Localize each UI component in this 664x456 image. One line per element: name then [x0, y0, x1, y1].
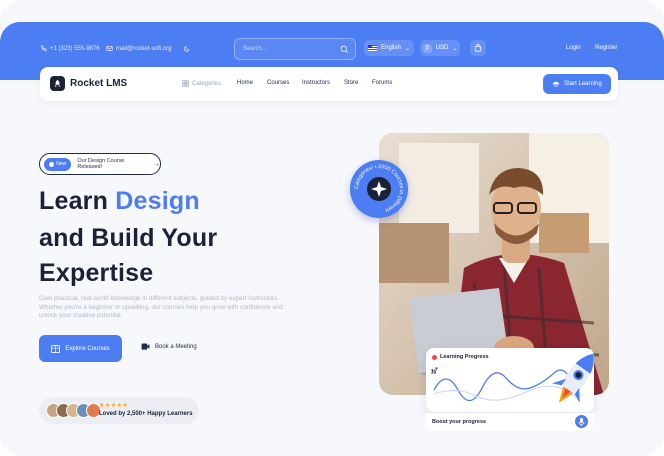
mail-icon [106, 46, 113, 51]
language-select[interactable]: English ⌄ [364, 40, 414, 56]
chevron-down-icon: ⌄ [452, 45, 458, 52]
mic-icon[interactable] [575, 415, 588, 428]
star-icon [49, 161, 55, 167]
login-label: Login [566, 45, 581, 51]
register-link[interactable]: Register [595, 45, 617, 51]
boost-label: Boost your progress [432, 419, 487, 425]
register-label: Register [595, 45, 618, 51]
currency-label: USD [435, 45, 449, 51]
loved-by-text: Loved by 2,500+ Happy Learners [99, 411, 193, 417]
social-proof-pill: ★★★★★ Loved by 2,500+ Happy Learners [39, 397, 199, 424]
book-meeting-button[interactable]: Book a Meeting [141, 343, 197, 350]
book-icon [51, 344, 61, 353]
cart-icon [474, 44, 482, 52]
hero-title-accent: Design [115, 187, 200, 215]
grid-icon [182, 80, 189, 87]
us-flag-icon [368, 45, 378, 51]
login-link[interactable]: Login [566, 45, 581, 51]
nav-home[interactable]: Home [237, 80, 253, 86]
announcement-text: Our Design Course Released! [77, 158, 125, 170]
nav-forums[interactable]: Forums [372, 80, 392, 86]
search-input[interactable]: Search... [234, 38, 356, 60]
courses-circle-badge: Categories! • 2000 Courses in Different [350, 160, 408, 218]
page-frame: +1 (323) 555-9876 mail@rocket-soft.org S… [0, 0, 664, 456]
hero-title-line-2: and Build Your [39, 224, 218, 252]
phone-icon [41, 45, 47, 51]
explore-courses-label: Explore Courses [65, 345, 110, 352]
hero-title-line-3: Expertise [39, 259, 154, 287]
start-learning-button[interactable]: Start Learning [543, 74, 611, 94]
theme-toggle[interactable] [184, 45, 191, 52]
cart-button[interactable] [470, 40, 486, 56]
rotating-text-badge: Categories! • 2000 Courses in Different [354, 164, 404, 213]
explore-courses-button[interactable]: Explore Courses [39, 335, 122, 362]
arrow-right-icon: → [153, 160, 160, 168]
hero-title-line-1: Learn Design [39, 187, 200, 216]
rating-stars: ★★★★★ [99, 403, 129, 409]
moon-icon [184, 46, 190, 52]
nav-instructors[interactable]: Instructors [302, 80, 330, 86]
main-nav: Rocket LMS Categories Home Courses Instr… [40, 67, 618, 101]
phone-number: +1 (323) 555-9876 [50, 45, 100, 52]
svg-text:ฬ: ฬ [430, 366, 439, 376]
rocket-illustration [552, 353, 594, 403]
currency-symbol: $ [422, 43, 432, 53]
email-contact[interactable]: mail@rocket-soft.org [106, 45, 171, 52]
language-label: English [381, 45, 401, 51]
nav-categories-label: Categories [192, 80, 222, 87]
rocket-icon [50, 76, 65, 91]
boost-progress-bar[interactable]: Boost your progress [426, 413, 594, 431]
video-icon [141, 343, 150, 350]
nav-categories[interactable]: Categories [182, 80, 221, 87]
email-address: mail@rocket-soft.org [116, 45, 172, 52]
new-pill: New [44, 157, 72, 171]
currency-select[interactable]: $ USD ⌄ [420, 40, 460, 56]
start-learning-label: Start Learning [564, 81, 602, 87]
nav-store[interactable]: Store [344, 80, 358, 86]
graduation-cap-icon [552, 81, 560, 87]
brand-logo[interactable]: Rocket LMS [50, 76, 127, 91]
phone-contact[interactable]: +1 (323) 555-9876 [40, 45, 100, 52]
search-icon[interactable] [340, 45, 349, 54]
search-placeholder: Search... [243, 46, 268, 52]
nav-courses[interactable]: Courses [267, 80, 289, 86]
hero-description: Gain practical, real-world knowledge in … [39, 295, 283, 320]
book-meeting-label: Book a Meeting [155, 343, 197, 350]
chevron-down-icon: ⌄ [404, 45, 410, 52]
hero-title-learn: Learn [39, 187, 116, 215]
brand-name: Rocket LMS [70, 78, 128, 89]
announcement-badge[interactable]: New Our Design Course Released! → [39, 153, 161, 175]
new-label: New [56, 161, 67, 167]
